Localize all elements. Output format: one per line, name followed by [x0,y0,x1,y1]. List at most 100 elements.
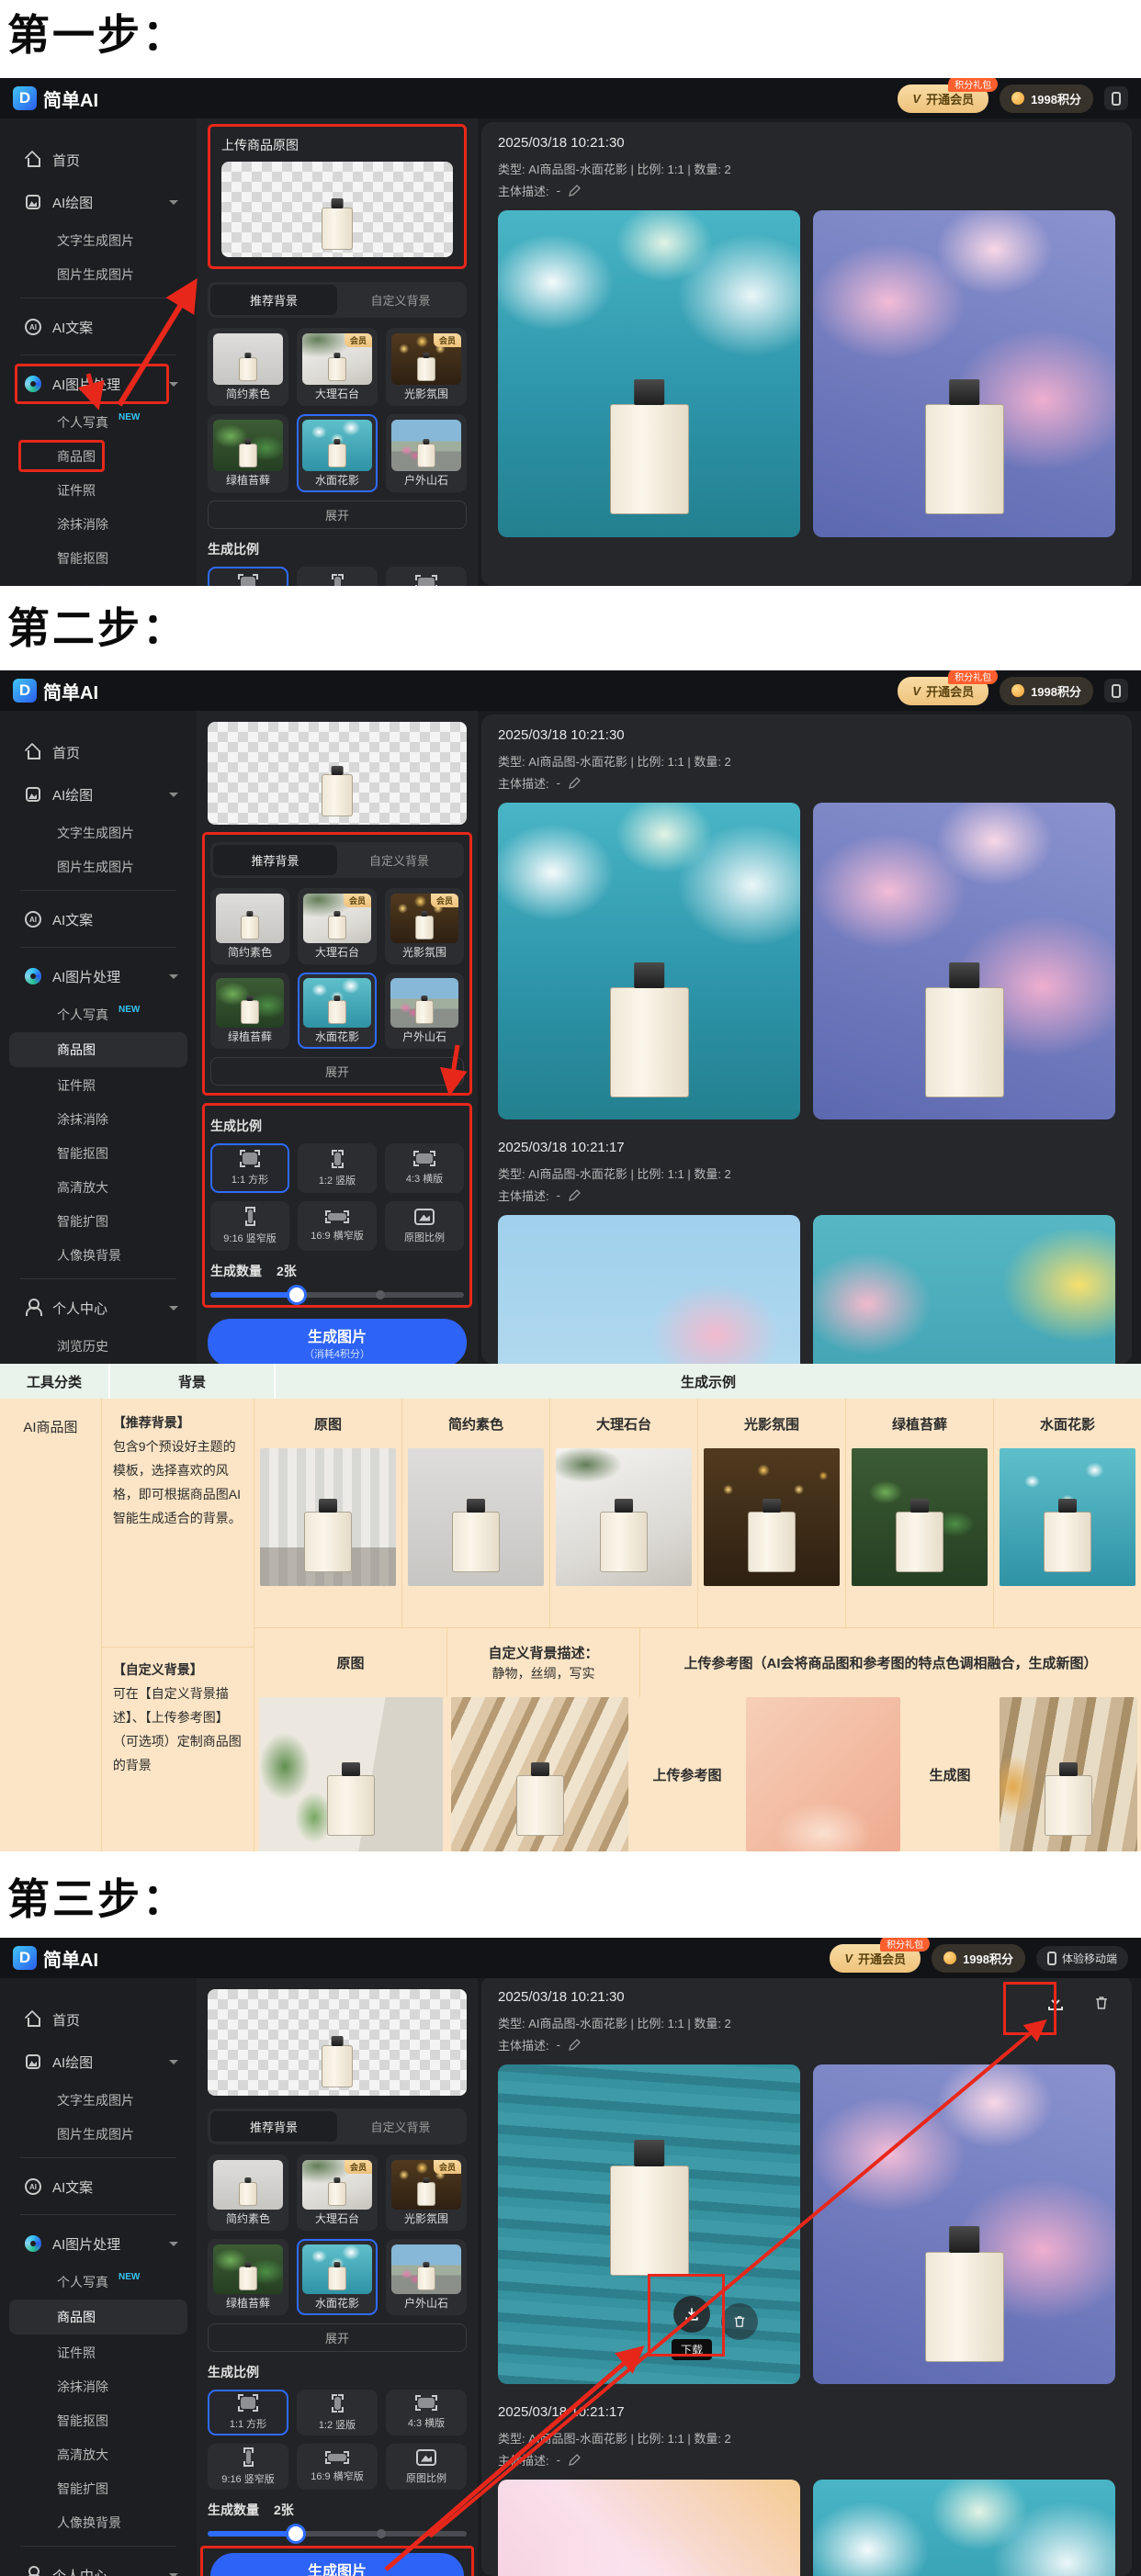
ratio-original[interactable]: 原图比例 [385,1201,464,1251]
sidebar-item-home[interactable]: 首页 [0,731,197,773]
sidebar-item-text-to-image[interactable]: 文字生成图片 [0,223,197,257]
ratio-1-1[interactable]: 1:1 方形 [208,567,288,586]
bg-option-rock[interactable]: 户外山石 [386,414,467,492]
tab-custom-bg[interactable]: 自定义背景 [337,845,461,875]
slider-knob[interactable] [289,1288,304,1302]
bg-option-marble[interactable]: 会员 大理石台 [297,328,378,406]
bg-option-marble[interactable]: 会员 大理石台 [298,888,377,964]
sidebar-item-erase[interactable]: 涂抹消除 [0,1102,197,1136]
sidebar-item-ai-copy[interactable]: AI文案 [0,2165,197,2208]
bg-option-moss[interactable]: 绿植苔藓 [208,414,288,492]
ratio-1-1[interactable]: 1:1 方形 [208,2390,288,2435]
upload-product-image[interactable] [221,162,453,257]
sidebar-item-cutout[interactable]: 智能抠图 [0,2403,197,2437]
download-button[interactable] [1040,1987,1071,2019]
ratio-1-1[interactable]: 1:1 方形 [210,1143,289,1193]
ratio-16-9[interactable]: 16:9 横窄版 [297,2444,378,2490]
sidebar-item-ai-copy[interactable]: AI文案 [0,306,197,348]
tab-recommended-bg[interactable]: 推荐背景 [210,2111,337,2142]
ratio-4-3[interactable]: 4:3 横版 [386,567,467,586]
sidebar-item-image-to-image[interactable]: 图片生成图片 [0,849,197,883]
generated-image[interactable] [813,2064,1115,2384]
sidebar-item-text-to-image[interactable]: 文字生成图片 [0,816,197,849]
image-download-button[interactable] [673,2296,710,2333]
generated-image[interactable] [813,803,1115,1119]
ratio-original[interactable]: 原图比例 [386,2444,467,2490]
points-badge[interactable]: 1998积分 [1000,677,1093,705]
edit-icon[interactable] [568,2039,581,2052]
bg-option-simple[interactable]: 简约素色 [208,2154,288,2231]
ratio-4-3[interactable]: 4:3 横版 [385,1143,464,1193]
generated-image[interactable] [498,803,800,1119]
points-badge[interactable]: 1998积分 [1000,84,1093,113]
tab-recommended-bg[interactable]: 推荐背景 [210,285,337,315]
sidebar-item-portrait[interactable]: 个人写真 NEW [0,2265,197,2299]
tab-custom-bg[interactable]: 自定义背景 [337,285,464,315]
expand-button[interactable]: 展开 [208,501,467,529]
generate-button[interactable]: 生成图片 （消耗4积分） [210,2553,464,2576]
sidebar-item-image-to-image[interactable]: 图片生成图片 [0,2117,197,2151]
bg-option-marble[interactable]: 会员 大理石台 [297,2154,378,2231]
ratio-9-16[interactable]: 9:16 竖窄版 [210,1201,289,1251]
generated-image[interactable]: 下载 [498,2064,800,2384]
sidebar-item-id-photo[interactable]: 证件照 [0,473,197,507]
sidebar-item-ai-image-processing[interactable]: AI图片处理 [0,2222,197,2265]
sidebar-item-erase[interactable]: 涂抹消除 [0,2369,197,2403]
count-slider[interactable] [210,1292,464,1298]
ratio-1-2[interactable]: 1:2 竖版 [297,2390,378,2435]
upload-product-image[interactable] [208,722,467,825]
bg-option-water[interactable]: 水面花影 [297,2239,378,2315]
ratio-1-2[interactable]: 1:2 竖版 [297,567,378,586]
sidebar-item-ai-draw[interactable]: AI绘图 [0,181,197,223]
bg-option-simple[interactable]: 简约素色 [210,888,289,964]
expand-button[interactable]: 展开 [210,1057,464,1086]
sidebar-item-portrait[interactable]: 个人写真 NEW [0,997,197,1031]
expand-button[interactable]: 展开 [208,2323,467,2352]
sidebar-item-ai-draw[interactable]: AI绘图 [0,2041,197,2083]
edit-icon[interactable] [568,185,581,197]
generated-image[interactable] [498,2480,800,2576]
generated-image[interactable] [498,210,800,537]
ratio-16-9[interactable]: 16:9 横窄版 [298,1201,377,1251]
sidebar-item-home[interactable]: 首页 [0,139,197,181]
upload-product-image[interactable] [208,1989,467,2096]
delete-button[interactable] [1086,1987,1117,2019]
sidebar-item-ai-image-processing[interactable]: AI图片处理 [0,363,197,405]
sidebar-item-ai-image-processing[interactable]: AI图片处理 [0,955,197,997]
sidebar-item-cutout[interactable]: 智能抠图 [0,1136,197,1170]
sidebar-item-bg-swap[interactable]: 人像换背景 [0,2505,197,2539]
count-slider[interactable] [208,2531,467,2537]
sidebar-item-ai-draw[interactable]: AI绘图 [0,773,197,816]
mobile-app-button[interactable]: 体验移动端 [1036,1946,1128,1971]
sidebar-item-bg-swap[interactable]: 人像换背景 [0,1238,197,1272]
app-logo[interactable]: D 简单AI [13,85,98,112]
ratio-1-2[interactable]: 1:2 竖版 [298,1143,377,1193]
mobile-app-button[interactable] [1104,679,1128,703]
sidebar-item-upscale[interactable]: 高清放大 [0,575,197,586]
bg-option-water[interactable]: 水面花影 [298,973,377,1049]
points-badge[interactable]: 1998积分 [932,1944,1025,1973]
edit-icon[interactable] [568,1189,581,1202]
bg-option-bokeh[interactable]: 会员 光影氛围 [386,328,467,406]
sidebar-item-erase[interactable]: 涂抹消除 [0,507,197,541]
bg-option-moss[interactable]: 绿植苔藓 [208,2239,288,2315]
tab-recommended-bg[interactable]: 推荐背景 [213,845,337,875]
bg-option-bokeh[interactable]: 会员 光影氛围 [386,2154,467,2231]
bg-option-moss[interactable]: 绿植苔藓 [210,973,289,1049]
app-logo[interactable]: D 简单AI [13,678,98,704]
sidebar-item-upscale[interactable]: 高清放大 [0,2437,197,2471]
ratio-4-3[interactable]: 4:3 横版 [386,2390,467,2435]
slider-knob[interactable] [288,2526,303,2541]
generated-image[interactable] [813,2480,1115,2576]
app-logo[interactable]: D 简单AI [13,1945,98,1972]
ratio-9-16[interactable]: 9:16 竖窄版 [208,2444,288,2490]
sidebar-item-product-image[interactable]: 商品图 [0,439,197,473]
bg-option-simple[interactable]: 简约素色 [208,328,288,406]
generated-image[interactable] [813,1215,1115,1364]
sidebar-item-expand-image[interactable]: 智能扩图 [0,2471,197,2505]
bg-option-bokeh[interactable]: 会员 光影氛围 [385,888,464,964]
sidebar-item-cutout[interactable]: 智能抠图 [0,541,197,575]
sidebar-item-id-photo[interactable]: 证件照 [0,2335,197,2369]
edit-icon[interactable] [568,2454,581,2467]
sidebar-item-portrait[interactable]: 个人写真 NEW [0,405,197,439]
